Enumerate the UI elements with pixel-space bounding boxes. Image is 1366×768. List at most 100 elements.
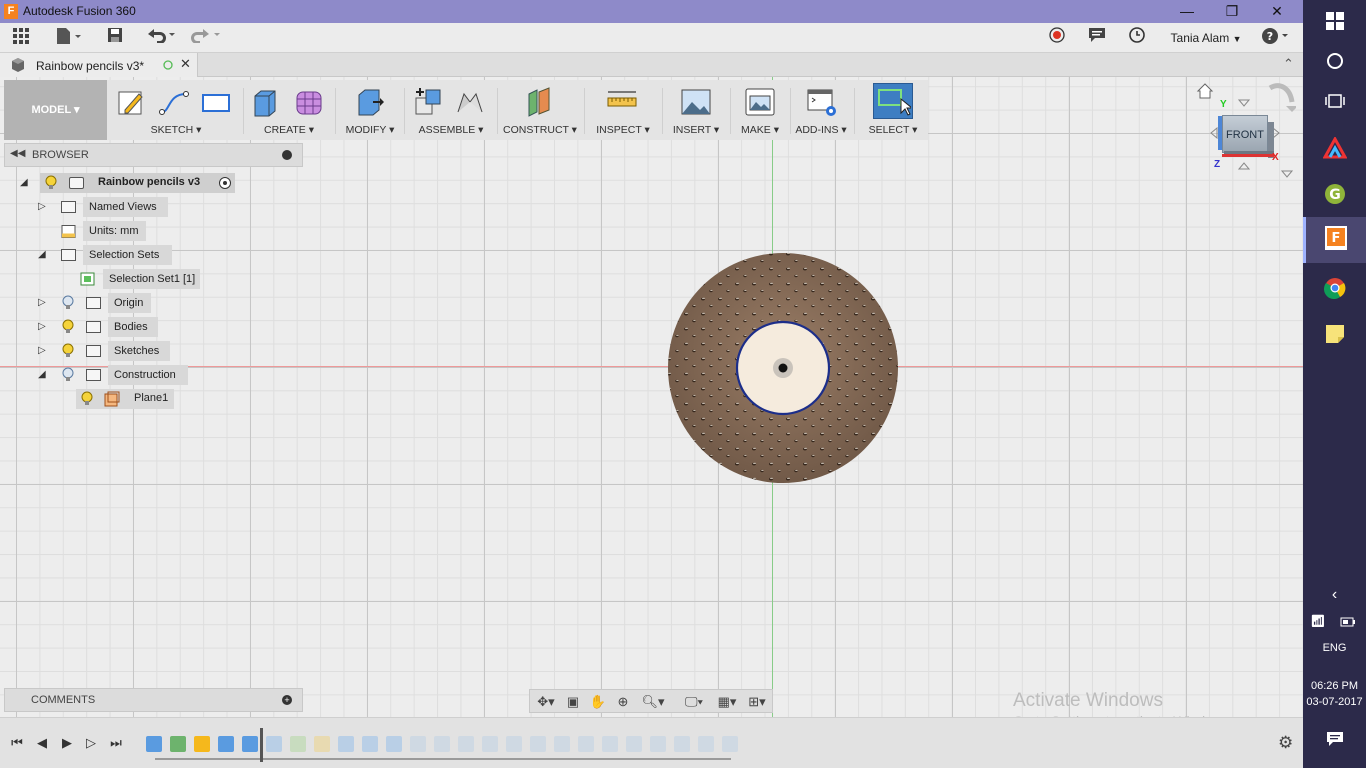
undo-icon[interactable] (144, 27, 178, 49)
timeline-feature-icon[interactable] (530, 736, 546, 752)
timeline-settings-gear-icon[interactable]: ⚙ (1278, 733, 1293, 753)
close-button[interactable]: ✕ (1257, 2, 1297, 21)
visibility-bulb-off-icon[interactable] (62, 295, 74, 310)
visibility-bulb-off-icon[interactable] (62, 367, 74, 382)
form-mesh-icon[interactable] (293, 86, 325, 118)
insert-group[interactable]: INSERT ▾ (664, 80, 728, 140)
tree-item-plane1[interactable]: Plane1 (76, 389, 196, 409)
timeline-feature-icon[interactable] (362, 736, 378, 752)
language-indicator[interactable]: ENG (1303, 628, 1366, 668)
redo-icon[interactable] (189, 27, 223, 49)
help-icon[interactable]: ? (1260, 27, 1292, 49)
sketch-group[interactable]: SKETCH ▾ (110, 80, 242, 140)
collapsed-triangle-icon[interactable]: ▷ (38, 297, 46, 308)
tree-root[interactable]: ◢ Rainbow pencils v3 (20, 173, 240, 193)
comments-panel[interactable]: COMMENTS + (4, 688, 303, 712)
autodesk-triangle-app-icon[interactable] (1303, 127, 1366, 167)
select-group[interactable]: SELECT ▾ (864, 80, 922, 140)
modify-group[interactable]: MODIFY ▾ (337, 80, 403, 140)
viewcube-front-face[interactable]: FRONT (1222, 115, 1268, 153)
orbit-arrows-icon[interactable] (1266, 82, 1296, 122)
save-icon[interactable] (105, 27, 125, 49)
activate-radio-icon[interactable] (219, 177, 231, 189)
timeline-feature-icon[interactable] (194, 736, 210, 752)
visibility-bulb-icon[interactable] (62, 319, 74, 334)
tree-item-units[interactable]: Units: mm (38, 221, 178, 241)
timeline-feature-icon[interactable] (218, 736, 234, 752)
timeline-feature-icon[interactable] (314, 736, 330, 752)
collapsed-triangle-icon[interactable]: ▷ (38, 201, 46, 212)
timeline-feature-icon[interactable] (410, 736, 426, 752)
step-forward-icon[interactable]: ▷ (84, 736, 98, 750)
timeline-feature-icon[interactable] (242, 736, 258, 752)
timeline-feature-icon[interactable] (602, 736, 618, 752)
go-to-end-icon[interactable]: ⏭ (109, 736, 123, 750)
timeline-feature-icon[interactable] (482, 736, 498, 752)
tree-item-sketches[interactable]: ▷ Sketches (38, 341, 178, 361)
visibility-bulb-icon[interactable] (62, 343, 74, 358)
visibility-bulb-icon[interactable] (45, 175, 57, 190)
zoom-icon[interactable]: ⊕ (614, 693, 632, 711)
timeline-feature-icon[interactable] (650, 736, 666, 752)
3d-print-icon[interactable] (744, 86, 776, 118)
tree-item-selection-sets[interactable]: ◢ Selection Sets (38, 245, 178, 265)
select-active-highlight[interactable] (873, 83, 913, 119)
expanded-triangle-icon[interactable]: ◢ (38, 249, 46, 260)
rotate-down-arrow-icon[interactable] (1238, 162, 1250, 170)
timeline-feature-icon[interactable] (554, 736, 570, 752)
clock[interactable]: 06:26 PM 03-07-2017 (1303, 678, 1366, 710)
fusion-taskbar-icon[interactable]: F (1303, 217, 1366, 263)
expanded-triangle-icon[interactable]: ◢ (38, 369, 46, 380)
collapse-browser-icon[interactable]: ◀◀ (10, 148, 25, 159)
collapsed-triangle-icon[interactable]: ▷ (38, 321, 46, 332)
browser-panel-header[interactable]: ◀◀ BROWSER (4, 143, 303, 167)
timeline-feature-icon[interactable] (698, 736, 714, 752)
extrude-icon[interactable] (249, 86, 281, 118)
timeline-feature-icon[interactable] (290, 736, 306, 752)
expanded-triangle-icon[interactable]: ◢ (20, 177, 28, 188)
timeline-feature-icon[interactable] (578, 736, 594, 752)
action-center-icon[interactable] (1303, 718, 1366, 758)
document-tab[interactable]: Rainbow pencils v3* ✕ (0, 53, 198, 77)
data-panel-grid-icon[interactable] (10, 27, 32, 49)
play-icon[interactable]: ▶ (60, 736, 74, 750)
tree-item-construction[interactable]: ◢ Construction (38, 365, 198, 385)
collapsed-triangle-icon[interactable]: ▷ (38, 345, 46, 356)
timeline-feature-icon[interactable] (674, 736, 690, 752)
timeline-feature-icon[interactable] (434, 736, 450, 752)
timeline-feature-icon[interactable] (458, 736, 474, 752)
rotate-left-arrow-icon[interactable] (1210, 127, 1218, 139)
sketch-line-icon[interactable] (158, 86, 190, 118)
task-view-icon[interactable] (1303, 80, 1366, 120)
job-status-clock-icon[interactable] (1127, 27, 1147, 49)
orbit-icon[interactable]: ✥▾ (533, 693, 559, 711)
file-menu-icon[interactable] (54, 27, 84, 49)
tree-item-bodies[interactable]: ▷ Bodies (38, 317, 178, 337)
create-group[interactable]: CREATE ▾ (245, 80, 333, 140)
timeline-marker[interactable] (260, 728, 263, 762)
measure-icon[interactable] (606, 86, 638, 118)
collapse-up-icon[interactable]: ⌃ (1283, 56, 1294, 72)
record-icon[interactable] (1047, 27, 1067, 49)
workspace-switcher[interactable]: MODEL ▾ (4, 80, 107, 140)
timeline-feature-icon[interactable] (722, 736, 738, 752)
start-windows-icon[interactable] (1303, 0, 1366, 40)
rotate-up-arrow-icon[interactable] (1238, 99, 1250, 107)
insert-image-icon[interactable] (680, 86, 712, 118)
go-to-start-icon[interactable]: ⏮ (10, 736, 24, 750)
offset-plane-icon[interactable] (523, 86, 555, 118)
close-tab-icon[interactable]: ✕ (180, 56, 191, 72)
construct-group[interactable]: CONSTRUCT ▾ (499, 80, 581, 140)
fit-zoom-icon[interactable]: 🔍︎▾ (639, 693, 667, 711)
tree-item-selection-set1[interactable]: Selection Set1 [1] (76, 269, 206, 289)
timeline-feature-icon[interactable] (146, 736, 162, 752)
visibility-bulb-icon[interactable] (81, 391, 93, 406)
browser-options-icon[interactable] (282, 150, 292, 160)
step-back-icon[interactable]: ◀ (35, 736, 49, 750)
maximize-button[interactable]: ❐ (1212, 2, 1252, 21)
assemble-group[interactable]: ASSEMBLE ▾ (406, 80, 496, 140)
add-comment-icon[interactable]: + (282, 695, 292, 705)
sticky-notes-icon[interactable] (1303, 313, 1366, 353)
home-view-icon[interactable] (1196, 82, 1214, 100)
pan-hand-icon[interactable]: ✋ (589, 693, 607, 711)
